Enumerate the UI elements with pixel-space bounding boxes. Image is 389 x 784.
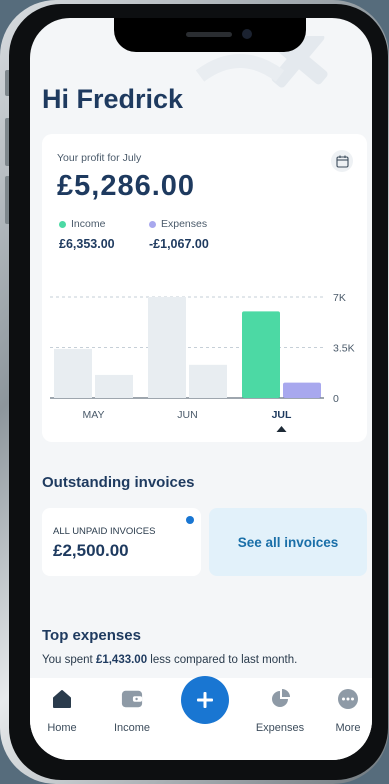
home-icon — [51, 688, 73, 710]
bar-jul-expenses[interactable] — [283, 382, 321, 398]
y-tick-label: 0 — [333, 393, 339, 405]
y-tick-label: 7K — [333, 292, 346, 304]
notch — [114, 18, 306, 52]
profit-bar-chart: 0 3.5K 7K MAY JUN JUL — [50, 292, 355, 432]
top-expenses-summary: You spent £1,433.00 less compared to las… — [42, 654, 297, 666]
profit-card: Your profit for July £5,286.00 Income Ex… — [42, 134, 367, 442]
tab-income-label: Income — [113, 722, 151, 734]
plus-icon — [197, 692, 213, 708]
unpaid-invoices-label: ALL UNPAID INVOICES — [53, 526, 156, 537]
y-tick-label: 3.5K — [333, 343, 355, 355]
tab-expenses-label: Expenses — [255, 722, 305, 734]
pie-chart-icon — [269, 688, 291, 710]
outstanding-invoices-title: Outstanding invoices — [42, 474, 195, 491]
see-all-invoices-button[interactable]: See all invoices — [209, 508, 367, 576]
bar-jul-income[interactable] — [242, 311, 280, 398]
background-decoration — [195, 36, 328, 88]
unread-dot-icon — [186, 516, 194, 524]
x-tick-label[interactable]: JUL — [272, 409, 292, 421]
unpaid-invoices-value: £2,500.00 — [53, 541, 129, 560]
bar-jun-expenses[interactable] — [189, 364, 227, 398]
bar-may-expenses[interactable] — [95, 374, 133, 398]
top-expenses-title: Top expenses — [42, 627, 141, 644]
greeting-title: Hi Fredrick — [42, 84, 184, 114]
x-tick-label[interactable]: JUN — [177, 409, 197, 421]
phone-frame: Hi Fredrick Your profit for July £5,286.… — [0, 0, 389, 784]
tab-home[interactable]: Home — [32, 688, 92, 734]
speaker — [186, 32, 232, 37]
tab-more[interactable]: More — [318, 688, 372, 734]
unpaid-invoices-card[interactable]: ALL UNPAID INVOICES £2,500.00 — [42, 508, 201, 576]
summary-text-after: less compared to last month. — [147, 654, 298, 666]
bar-may-income[interactable] — [54, 348, 92, 398]
wallet-icon — [121, 688, 143, 710]
summary-text-before: You spent — [42, 654, 96, 666]
selected-month-indicator-icon — [276, 426, 287, 432]
tab-home-label: Home — [47, 722, 77, 734]
camera — [242, 29, 252, 39]
bar-jun-income[interactable] — [148, 297, 186, 398]
more-icon — [337, 688, 359, 710]
app-screen: Hi Fredrick Your profit for July £5,286.… — [30, 18, 372, 760]
tab-expenses[interactable]: Expenses — [250, 688, 310, 734]
summary-amount: £1,433.00 — [95, 654, 148, 666]
add-button[interactable] — [181, 676, 229, 724]
x-tick-label[interactable]: MAY — [83, 409, 105, 421]
tab-more-label: More — [335, 722, 361, 734]
bottom-tab-bar: Home Income Expenses More — [30, 676, 372, 760]
tab-income[interactable]: Income — [102, 688, 162, 734]
